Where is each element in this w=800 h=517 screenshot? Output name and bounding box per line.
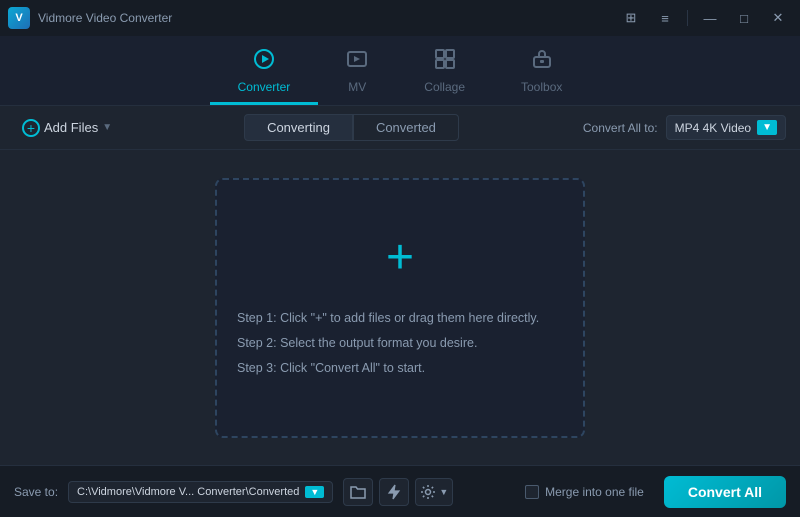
converter-icon (253, 48, 275, 76)
add-files-button[interactable]: + Add Files ▼ (14, 115, 120, 141)
maximize-button[interactable]: □ (730, 7, 758, 29)
step2-text: Step 2: Select the output format you des… (237, 331, 563, 356)
tab-mv-label: MV (348, 80, 366, 94)
step1-text: Step 1: Click "+" to add files or drag t… (237, 306, 563, 331)
toolbar-right: Convert All to: MP4 4K Video ▼ (583, 115, 786, 140)
drop-zone-instructions: Step 1: Click "+" to add files or drag t… (217, 306, 583, 381)
converted-tab[interactable]: Converted (353, 114, 459, 141)
bottom-icons: ▼ (343, 478, 453, 506)
add-files-plus-icon: + (22, 119, 40, 137)
add-files-label: Add Files (44, 120, 98, 135)
minimize-button[interactable]: — (696, 7, 724, 29)
merge-label-text: Merge into one file (545, 485, 644, 499)
mv-icon (346, 48, 368, 76)
drop-zone[interactable]: + Step 1: Click "+" to add files or drag… (215, 178, 585, 438)
title-bar-left: V Vidmore Video Converter (8, 7, 172, 29)
collage-icon (434, 48, 456, 76)
app-title: Vidmore Video Converter (38, 11, 172, 25)
toolbox-icon (531, 48, 553, 76)
tab-mv[interactable]: MV (318, 40, 396, 105)
menu-button[interactable]: ≡ (651, 7, 679, 29)
folder-icon-button[interactable] (343, 478, 373, 506)
save-to-path[interactable]: C:\Vidmore\Vidmore V... Converter\Conver… (68, 481, 333, 503)
bottom-bar: Save to: C:\Vidmore\Vidmore V... Convert… (0, 465, 800, 517)
tab-collage-label: Collage (424, 80, 465, 94)
toolbar-center: Converting Converted (120, 114, 583, 141)
format-value: MP4 4K Video (675, 121, 752, 135)
add-files-arrow-icon: ▼ (102, 122, 112, 133)
title-bar-separator (687, 10, 688, 26)
step3-text: Step 3: Click "Convert All" to start. (237, 356, 563, 381)
main-content: + Step 1: Click "+" to add files or drag… (0, 150, 800, 465)
save-to-label: Save to: (14, 485, 58, 499)
converting-tab[interactable]: Converting (244, 114, 353, 141)
convert-all-to-label: Convert All to: (583, 121, 658, 135)
settings-arrow: ▼ (439, 487, 448, 497)
title-bar: V Vidmore Video Converter ⊞ ≡ — □ ✕ (0, 0, 800, 36)
settings-icon-button[interactable]: ▼ (415, 478, 453, 506)
merge-checkbox[interactable] (525, 485, 539, 499)
tab-toolbox[interactable]: Toolbox (493, 40, 590, 105)
lightning-icon-button[interactable] (379, 478, 409, 506)
tab-converter-label: Converter (238, 80, 291, 94)
save-path-arrow: ▼ (305, 486, 324, 498)
convert-all-button[interactable]: Convert All (664, 476, 786, 508)
toolbar: + Add Files ▼ Converting Converted Conve… (0, 106, 800, 150)
drop-zone-plus-icon: + (386, 234, 414, 282)
format-dropdown-arrow: ▼ (757, 120, 777, 135)
close-button[interactable]: ✕ (764, 7, 792, 29)
app-logo: V (8, 7, 30, 29)
save-path-value: C:\Vidmore\Vidmore V... Converter\Conver… (77, 486, 299, 498)
format-selector[interactable]: MP4 4K Video ▼ (666, 115, 786, 140)
tab-converter[interactable]: Converter (210, 40, 319, 105)
title-bar-controls: ⊞ ≡ — □ ✕ (617, 7, 792, 29)
nav-tabs: Converter MV Collage (0, 36, 800, 106)
merge-one-file: Merge into one file (525, 485, 644, 499)
tab-toolbox-label: Toolbox (521, 80, 562, 94)
tab-collage[interactable]: Collage (396, 40, 493, 105)
tiles-button[interactable]: ⊞ (617, 7, 645, 29)
